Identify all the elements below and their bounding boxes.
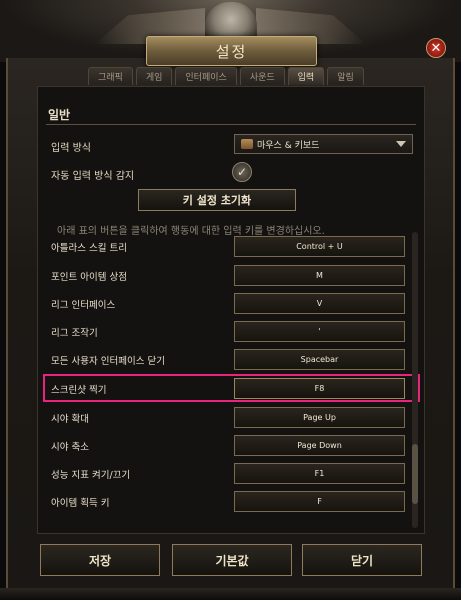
keybind-label: 모든 사용자 인터페이스 닫기 xyxy=(51,356,165,367)
keybind-label: 아틀라스 스킬 트리 xyxy=(51,243,127,254)
close-icon[interactable]: ✕ xyxy=(426,38,446,58)
keybind-button[interactable]: Control + U xyxy=(234,236,405,257)
keybind-label: 리그 조작기 xyxy=(51,328,98,339)
reset-keybinds-button[interactable]: 키 설정 초기화 xyxy=(138,189,296,211)
keybind-button[interactable]: ' xyxy=(234,321,405,342)
input-method-label: 입력 방식 xyxy=(51,143,91,154)
footer-ornament xyxy=(0,588,461,600)
mouse-keyboard-icon xyxy=(241,139,253,149)
save-button[interactable]: 저장 xyxy=(40,544,160,576)
keybind-row: 아이템 획득 키 F xyxy=(38,488,410,516)
highlight-frame xyxy=(43,374,420,402)
keybind-row: 포인트 아이템 상점 M xyxy=(38,262,410,290)
keybind-label: 리그 인터페이스 xyxy=(51,300,116,311)
auto-detect-checkbox[interactable]: ✓ xyxy=(232,162,252,182)
tab-sound[interactable]: 사운드 xyxy=(239,67,285,85)
tab-game[interactable]: 게임 xyxy=(135,67,173,85)
keybind-button[interactable]: Page Down xyxy=(234,435,405,456)
chevron-down-icon xyxy=(396,141,406,147)
scrollbar-thumb[interactable] xyxy=(412,444,418,504)
keybind-button[interactable]: V xyxy=(234,293,405,314)
keybind-row: 리그 인터페이스 V xyxy=(38,290,410,318)
keybind-button[interactable]: F xyxy=(234,491,405,512)
settings-tabs: 그래픽 게임 인터페이스 사운드 입력 알림 xyxy=(88,67,364,85)
defaults-button[interactable]: 기본값 xyxy=(172,544,292,576)
tab-interface[interactable]: 인터페이스 xyxy=(175,67,237,85)
keybind-label: 시야 확대 xyxy=(51,414,89,425)
keybind-row: 시야 확대 Page Up xyxy=(38,404,410,432)
tab-graphics[interactable]: 그래픽 xyxy=(88,67,133,85)
keybind-row: 모든 사용자 인터페이스 닫기 Spacebar xyxy=(38,346,410,374)
keybind-label: 시야 축소 xyxy=(51,442,89,453)
keybind-row: 아틀라스 스킬 트리 Control + U xyxy=(38,233,410,261)
tab-alerts[interactable]: 알림 xyxy=(327,67,364,85)
keybind-row: 시야 축소 Page Down xyxy=(38,432,410,460)
tab-input[interactable]: 입력 xyxy=(287,67,325,85)
keybind-label: 아이템 획득 키 xyxy=(51,498,110,509)
auto-detect-label: 자동 입력 방식 감지 xyxy=(51,171,135,182)
keybind-button[interactable]: Spacebar xyxy=(234,349,405,370)
input-method-dropdown[interactable]: 마우스 & 키보드 xyxy=(234,134,413,154)
keybind-row: 리그 조작기 ' xyxy=(38,318,410,346)
input-method-value: 마우스 & 키보드 xyxy=(257,140,320,151)
bottom-action-bar: 저장 기본값 닫기 xyxy=(34,544,426,584)
keybind-label: 포인트 아이템 상점 xyxy=(51,272,127,283)
section-title: 일반 xyxy=(48,108,71,122)
keybind-scrollbar[interactable] xyxy=(412,232,418,528)
keybind-button[interactable]: F1 xyxy=(234,463,405,484)
keybind-button[interactable]: M xyxy=(234,265,405,286)
keybind-button[interactable]: Page Up xyxy=(234,407,405,428)
keybind-label: 성능 지표 켜기/끄기 xyxy=(51,470,131,481)
window-title: 설정 xyxy=(146,36,317,66)
keybind-row: 성능 지표 켜기/끄기 F1 xyxy=(38,460,410,488)
close-button[interactable]: 닫기 xyxy=(302,544,422,576)
section-divider xyxy=(46,124,416,125)
check-icon: ✓ xyxy=(236,165,248,179)
